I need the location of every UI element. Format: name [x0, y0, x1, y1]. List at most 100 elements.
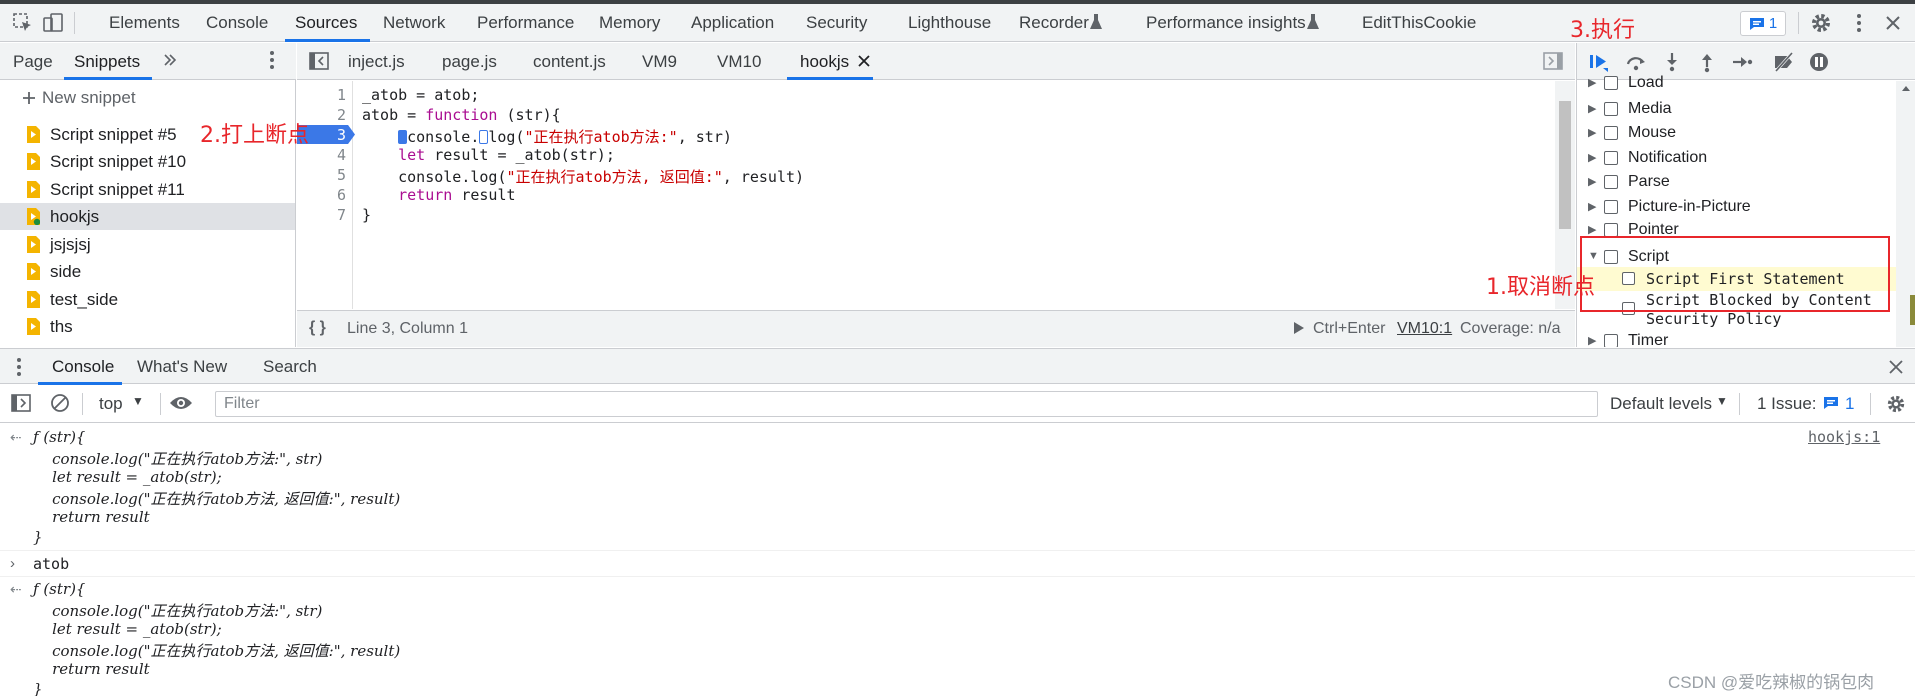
category-checkbox[interactable] — [1604, 223, 1618, 236]
category-checkbox[interactable] — [1604, 334, 1618, 347]
inspect-element-icon[interactable] — [12, 12, 34, 34]
code-editor[interactable]: _atob = atob; atob = function (str){ con… — [362, 81, 1552, 309]
breakpoint-category-picture-in-picture[interactable]: ▶ Picture-in-Picture — [1577, 196, 1897, 220]
pretty-print-braces-icon[interactable]: { } — [309, 319, 326, 337]
more-options-icon[interactable] — [1848, 12, 1870, 34]
category-checkbox[interactable] — [1604, 151, 1618, 165]
line-number[interactable]: 1 — [337, 86, 346, 104]
tab-security[interactable]: Security — [806, 13, 867, 33]
tab-memory[interactable]: Memory — [599, 13, 660, 33]
console-filter-input[interactable] — [216, 392, 1597, 416]
step-into-icon[interactable] — [1660, 51, 1684, 73]
breakpoint-category-load[interactable]: ▶ Load — [1577, 72, 1897, 96]
snippet-item[interactable]: ths — [0, 313, 295, 340]
expand-arrow-icon[interactable]: ▶ — [1588, 126, 1596, 139]
debugger-scrollbar[interactable] — [1896, 81, 1915, 347]
editor-tab-inject-js[interactable]: inject.js — [348, 52, 405, 72]
issues-link-label[interactable]: 1 Issue: — [1757, 394, 1817, 414]
tab-page[interactable]: Page — [13, 52, 53, 72]
expand-arrow-icon[interactable]: ▶ — [1588, 200, 1596, 213]
snippet-item[interactable]: jsjsjsj — [0, 231, 295, 258]
issues-count[interactable]: 1 — [1845, 394, 1854, 414]
more-tabs-chevron-icon[interactable] — [163, 50, 177, 70]
category-checkbox[interactable] — [1604, 126, 1618, 140]
line-number-breakpoint[interactable]: 3 — [337, 126, 346, 144]
device-toolbar-icon[interactable] — [42, 12, 64, 34]
settings-gear-icon[interactable] — [1810, 12, 1832, 34]
dropdown-caret-icon[interactable]: ▼ — [1716, 394, 1728, 408]
breakpoint-category-mouse[interactable]: ▶ Mouse — [1577, 122, 1897, 146]
tab-network[interactable]: Network — [383, 13, 445, 33]
tab-sources[interactable]: Sources — [295, 13, 357, 33]
step-over-icon[interactable] — [1624, 51, 1648, 73]
issues-counter-button[interactable]: 1 — [1740, 11, 1786, 36]
clear-console-icon[interactable] — [50, 393, 70, 413]
snippet-item[interactable]: Script snippet #10 — [0, 148, 295, 175]
drawer-tab-whats-new[interactable]: What's New — [137, 357, 227, 377]
drawer-tab-console[interactable]: Console — [52, 357, 114, 377]
close-devtools-icon[interactable] — [1882, 12, 1904, 34]
step-out-icon[interactable] — [1695, 51, 1719, 73]
line-number[interactable]: 2 — [337, 106, 346, 124]
line-number[interactable]: 7 — [337, 206, 346, 224]
resume-execution-icon[interactable] — [1587, 51, 1611, 73]
expand-arrow-icon[interactable]: ▶ — [1588, 151, 1596, 164]
editor-tab-content-js[interactable]: content.js — [533, 52, 606, 72]
tab-snippets[interactable]: Snippets — [74, 52, 140, 72]
line-number[interactable]: 6 — [337, 186, 346, 204]
show-sidebar-icon[interactable] — [11, 394, 31, 412]
step-icon[interactable] — [1730, 51, 1754, 73]
context-selector[interactable]: top — [99, 394, 123, 414]
tab-console[interactable]: Console — [206, 13, 268, 33]
breakpoint-category-parse[interactable]: ▶ Parse — [1577, 171, 1897, 195]
tab-performance[interactable]: Performance — [477, 13, 574, 33]
run-snippet-icon[interactable] — [1293, 321, 1305, 335]
tab-editthiscookie[interactable]: EditThisCookie — [1362, 13, 1476, 33]
category-checkbox[interactable] — [1604, 200, 1618, 214]
scrollbar-thumb[interactable] — [1559, 101, 1571, 229]
console-output[interactable]: ⇠ ƒ (str){ console.log("正在执行atob方法:", st… — [0, 424, 1915, 696]
snippet-item[interactable]: Script snippet #11 — [0, 176, 295, 203]
new-snippet-button[interactable]: New snippet — [22, 88, 136, 108]
line-number[interactable]: 4 — [337, 146, 346, 164]
line-number[interactable]: 5 — [337, 166, 346, 184]
close-drawer-icon[interactable] — [1888, 359, 1904, 375]
tab-application[interactable]: Application — [691, 13, 774, 33]
breakpoint-category-timer[interactable]: ▶ Timer — [1577, 330, 1897, 347]
log-levels-dropdown[interactable]: Default levels — [1610, 394, 1712, 414]
dropdown-caret-icon[interactable]: ▼ — [132, 394, 144, 408]
drawer-tab-search[interactable]: Search — [263, 357, 317, 377]
deactivate-breakpoints-icon[interactable] — [1772, 51, 1796, 73]
expand-arrow-icon[interactable]: ▶ — [1588, 175, 1596, 188]
category-checkbox[interactable] — [1604, 102, 1618, 116]
line-number-gutter[interactable]: 1 2 3 4 5 6 7 — [297, 81, 353, 309]
navigator-menu-icon[interactable] — [268, 50, 276, 70]
breakpoint-category-pointer[interactable]: ▶ Pointer — [1577, 219, 1897, 236]
tab-performance-insights[interactable]: Performance insights — [1146, 13, 1306, 33]
snippet-item[interactable]: side — [0, 258, 295, 285]
console-filter-field[interactable] — [215, 391, 1598, 417]
snippet-item[interactable]: test_side — [0, 286, 295, 313]
tab-elements[interactable]: Elements — [109, 13, 180, 33]
snippet-item-selected[interactable]: hookjs — [0, 203, 295, 230]
editor-tab-vm9[interactable]: VM9 — [642, 52, 677, 72]
toggle-debugger-icon[interactable] — [1543, 52, 1563, 70]
drawer-menu-icon[interactable] — [15, 357, 23, 377]
expand-arrow-icon[interactable]: ▶ — [1588, 76, 1596, 89]
category-checkbox[interactable] — [1604, 76, 1618, 90]
breakpoint-category-notification[interactable]: ▶ Notification — [1577, 147, 1897, 171]
editor-tab-vm10[interactable]: VM10 — [717, 52, 761, 72]
category-checkbox[interactable] — [1604, 175, 1618, 189]
close-tab-icon[interactable] — [857, 54, 871, 68]
expand-arrow-icon[interactable]: ▶ — [1588, 334, 1596, 347]
console-settings-gear-icon[interactable] — [1886, 394, 1906, 414]
toggle-navigator-icon[interactable] — [309, 52, 329, 70]
editor-tab-page-js[interactable]: page.js — [442, 52, 497, 72]
tab-lighthouse[interactable]: Lighthouse — [908, 13, 991, 33]
expand-arrow-icon[interactable]: ▶ — [1588, 102, 1596, 115]
live-expression-eye-icon[interactable] — [169, 395, 193, 411]
expand-arrow-icon[interactable]: ▶ — [1588, 223, 1596, 236]
breakpoint-category-media[interactable]: ▶ Media — [1577, 98, 1897, 122]
tab-recorder[interactable]: Recorder — [1019, 13, 1089, 33]
pause-on-exceptions-icon[interactable] — [1807, 51, 1831, 73]
